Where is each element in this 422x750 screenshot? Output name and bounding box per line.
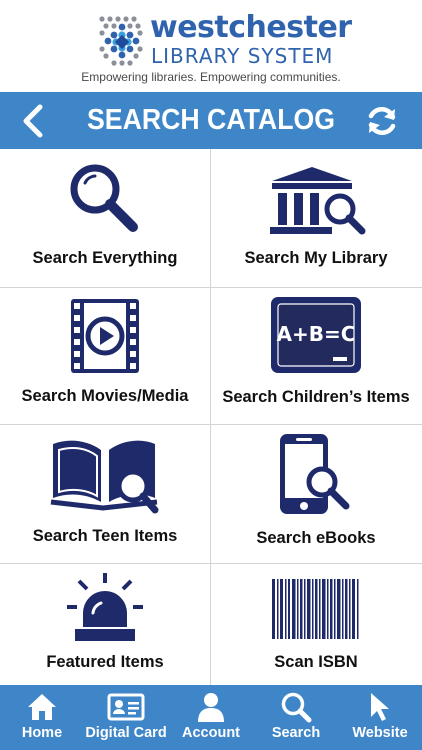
magnifier-icon bbox=[70, 164, 138, 232]
siren-light-icon bbox=[67, 573, 143, 641]
search-childrens-items-button[interactable]: A+B=C Search Children’s Items bbox=[211, 287, 421, 423]
person-icon bbox=[198, 693, 224, 722]
library-building-icon bbox=[270, 167, 366, 235]
search-everything-label: Search Everything bbox=[32, 249, 178, 267]
search-options-grid: Search Everything Search My Library Sear… bbox=[0, 149, 422, 685]
search-everything-button[interactable]: Search Everything bbox=[0, 149, 210, 286]
search-my-library-button[interactable]: Search My Library bbox=[211, 149, 421, 286]
grid-divider-vertical bbox=[210, 149, 211, 685]
app-header: westchester LIBRARY SYSTEM Empowering li… bbox=[0, 0, 422, 92]
chalkboard-icon: A+B=C bbox=[271, 297, 361, 373]
search-movies-media-button[interactable]: Search Movies/Media bbox=[0, 287, 210, 423]
tab-website-label: Website bbox=[352, 725, 408, 741]
chalkboard-text: A+B=C bbox=[277, 322, 356, 346]
refresh-icon[interactable] bbox=[364, 103, 400, 139]
search-teen-items-button[interactable]: Search Teen Items bbox=[0, 424, 210, 562]
open-book-icon bbox=[50, 440, 159, 514]
search-icon bbox=[281, 692, 312, 723]
featured-items-label: Featured Items bbox=[46, 653, 164, 671]
search-teen-items-label: Search Teen Items bbox=[32, 527, 178, 545]
search-movies-media-label: Search Movies/Media bbox=[21, 387, 189, 405]
title-bar: SEARCH CATALOG bbox=[0, 92, 422, 149]
phone-search-icon bbox=[280, 434, 350, 514]
scan-isbn-label: Scan ISBN bbox=[274, 653, 358, 671]
page-title: SEARCH CATALOG bbox=[86, 104, 336, 136]
id-card-icon bbox=[107, 693, 145, 721]
home-icon bbox=[28, 694, 56, 720]
barcode-icon bbox=[272, 579, 359, 639]
search-my-library-label: Search My Library bbox=[244, 249, 388, 267]
bottom-tab-bar: Home Digital Card Account Search Website bbox=[0, 685, 422, 750]
logo-mosaic-icon bbox=[99, 16, 143, 66]
film-play-icon bbox=[71, 299, 139, 373]
brand-name-line2: LIBRARY SYSTEM bbox=[151, 44, 334, 68]
grid-divider bbox=[0, 563, 422, 564]
tab-search-label: Search bbox=[271, 725, 321, 741]
grid-divider bbox=[0, 424, 422, 425]
scan-isbn-button[interactable]: Scan ISBN bbox=[211, 563, 421, 685]
tab-account-label: Account bbox=[182, 725, 240, 741]
tab-home-label: Home bbox=[21, 725, 63, 741]
featured-items-button[interactable]: Featured Items bbox=[0, 563, 210, 685]
grid-divider bbox=[0, 287, 422, 288]
tab-home[interactable]: Home bbox=[0, 685, 84, 750]
tab-website[interactable]: Website bbox=[338, 685, 422, 750]
cursor-arrow-icon bbox=[371, 693, 389, 721]
back-chevron-icon[interactable] bbox=[18, 104, 48, 138]
search-ebooks-label: Search eBooks bbox=[256, 529, 376, 547]
brand-tagline: Empowering libraries. Empowering communi… bbox=[81, 70, 341, 84]
search-ebooks-button[interactable]: Search eBooks bbox=[211, 424, 421, 562]
tab-account[interactable]: Account bbox=[168, 685, 254, 750]
tab-search[interactable]: Search bbox=[254, 685, 338, 750]
tab-digital-card[interactable]: Digital Card bbox=[84, 685, 168, 750]
brand-name-line1: westchester bbox=[150, 10, 352, 45]
tab-digital-card-label: Digital Card bbox=[85, 725, 167, 741]
search-childrens-items-label: Search Children’s Items bbox=[222, 388, 410, 406]
